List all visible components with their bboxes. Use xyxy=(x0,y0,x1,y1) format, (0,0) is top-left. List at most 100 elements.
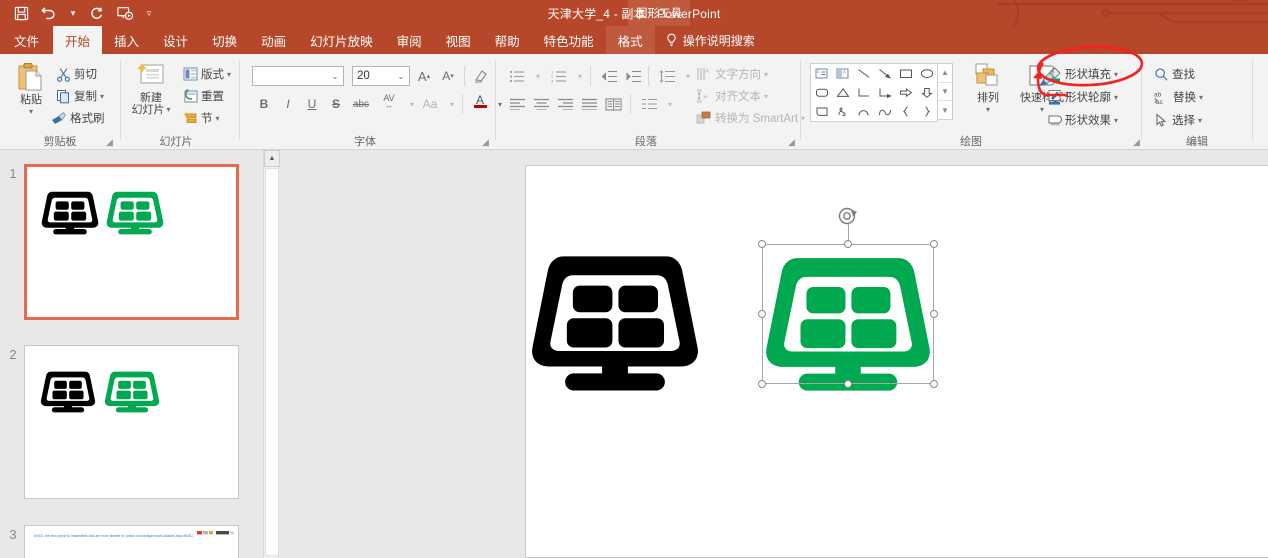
paste-dropdown-caret[interactable]: ▾ xyxy=(29,106,33,118)
italic-button[interactable]: I xyxy=(278,94,298,114)
thumbnail-pane-scrollbar[interactable]: ▲ xyxy=(263,150,280,558)
shape-rounded-rectangle[interactable] xyxy=(811,83,832,102)
thumbnail-canvas-2[interactable] xyxy=(24,345,239,499)
select-button[interactable]: 选择 ▾ xyxy=(1154,110,1202,130)
numbering-caret[interactable]: ▾ xyxy=(570,66,590,86)
tab-transitions[interactable]: 切换 xyxy=(200,26,249,54)
tab-file[interactable]: 文件 xyxy=(0,26,53,54)
tab-design[interactable]: 设计 xyxy=(151,26,200,54)
font-dialog-launcher[interactable]: ◢ xyxy=(480,137,491,148)
shape-line[interactable] xyxy=(853,64,874,83)
shape-gallery[interactable]: A A xyxy=(810,63,938,122)
align-left-button[interactable] xyxy=(506,94,528,114)
shape-textbox[interactable]: A xyxy=(811,64,832,83)
clipboard-dialog-launcher[interactable]: ◢ xyxy=(104,137,115,148)
font-name-caret[interactable]: ⌄ xyxy=(327,72,343,81)
tab-review[interactable]: 审阅 xyxy=(385,26,434,54)
format-painter-button[interactable]: 格式刷 xyxy=(50,108,105,128)
text-shadow-button[interactable]: S xyxy=(326,94,346,114)
scroll-up-icon[interactable]: ▲ xyxy=(264,150,280,167)
font-name-combo[interactable]: ⌄ xyxy=(252,66,344,86)
font-size-caret[interactable]: ⌄ xyxy=(393,72,409,81)
gallery-scroll-up-icon[interactable]: ▲ xyxy=(938,64,952,83)
strikethrough-button[interactable]: abc xyxy=(348,94,374,114)
shape-gallery-scrollbar[interactable]: ▲ ▼ ▼ xyxy=(937,63,953,120)
tab-animations[interactable]: 动画 xyxy=(249,26,298,54)
copy-dropdown-caret[interactable]: ▾ xyxy=(100,92,104,101)
shape-right-brace[interactable] xyxy=(916,102,937,121)
rotate-handle-icon[interactable] xyxy=(837,206,859,226)
align-text-button[interactable]: ≡ 对齐文本 ▾ xyxy=(696,86,768,106)
shape-vertical-textbox[interactable]: A xyxy=(832,64,853,83)
shape-effects-button[interactable]: 形状效果 ▾ xyxy=(1047,110,1118,130)
redo-button[interactable] xyxy=(84,1,110,25)
new-slide-dropdown-caret[interactable]: ▾ xyxy=(166,104,170,116)
slide-thumbnail-pane[interactable]: 1 2 3 MVDC are less prone to instabiliti… xyxy=(0,150,262,558)
convert-to-smartart-button[interactable]: 转换为 SmartArt ▾ xyxy=(696,108,805,128)
columns-button[interactable] xyxy=(602,94,624,114)
layout-dropdown-caret[interactable]: ▾ xyxy=(227,70,231,79)
shape-elbow-arrow-connector[interactable] xyxy=(874,83,895,102)
paragraph-dialog-launcher[interactable]: ◢ xyxy=(786,137,797,148)
shape-triangle[interactable] xyxy=(832,83,853,102)
shrink-font-button[interactable]: A ▾ xyxy=(438,66,458,86)
character-spacing-button[interactable]: AV ↔ xyxy=(376,92,402,112)
resize-handle-bottom-center[interactable] xyxy=(844,380,852,388)
shape-scribble[interactable] xyxy=(832,102,853,121)
resize-handle-top-left[interactable] xyxy=(758,240,766,248)
change-case-caret[interactable]: ▾ xyxy=(442,94,462,114)
replace-button[interactable]: ab ac 替换 ▾ xyxy=(1154,87,1203,107)
copy-button[interactable]: 复制 ▾ xyxy=(56,86,104,106)
change-case-button[interactable]: Aa xyxy=(418,94,442,114)
thumbnail-canvas-3[interactable]: MVDC are less prone to instabilities and… xyxy=(24,525,239,558)
arrange-dropdown-caret[interactable]: ▾ xyxy=(986,104,990,116)
tab-featured[interactable]: 特色功能 xyxy=(532,26,606,54)
shape-down-arrow[interactable] xyxy=(916,83,937,102)
resize-handle-bottom-left[interactable] xyxy=(758,380,766,388)
arrange-button[interactable]: 排列 ▾ xyxy=(961,62,1015,116)
bullets-caret[interactable]: ▾ xyxy=(528,66,548,86)
bullets-button[interactable] xyxy=(506,66,528,86)
resize-handle-middle-left[interactable] xyxy=(758,310,766,318)
reset-button[interactable]: 重置 xyxy=(183,86,224,106)
resize-handle-middle-right[interactable] xyxy=(930,310,938,318)
quick-styles-dropdown-caret[interactable]: ▾ xyxy=(1040,104,1044,116)
quick-access-toolbar[interactable]: ▾ ▿ xyxy=(8,0,158,26)
active-slide[interactable] xyxy=(525,165,1268,558)
shape-folded-corner[interactable] xyxy=(811,102,832,121)
font-color-button[interactable]: A xyxy=(470,92,490,112)
grow-font-button[interactable]: A ▴ xyxy=(414,66,434,86)
font-size-combo[interactable]: 20 ⌄ xyxy=(352,66,410,86)
underline-button[interactable]: U xyxy=(302,94,322,114)
resize-handle-top-right[interactable] xyxy=(930,240,938,248)
section-dropdown-caret[interactable]: ▾ xyxy=(216,114,220,123)
tab-view[interactable]: 视图 xyxy=(434,26,483,54)
cut-button[interactable]: 剪切 xyxy=(56,64,97,84)
undo-button[interactable] xyxy=(36,1,62,25)
gallery-scroll-down-icon[interactable]: ▼ xyxy=(938,83,952,102)
line-spacing-button[interactable] xyxy=(656,66,678,86)
undo-dropdown-caret[interactable]: ▾ xyxy=(64,1,82,25)
tab-format[interactable]: 格式 xyxy=(605,26,655,54)
tab-slideshow[interactable]: 幻灯片放映 xyxy=(298,26,385,54)
shape-outline-dropdown-caret[interactable]: ▾ xyxy=(1114,93,1118,102)
shape-elbow-connector[interactable] xyxy=(853,83,874,102)
thumbnail-slide-2[interactable]: 2 xyxy=(2,345,239,499)
resize-handle-top-center[interactable] xyxy=(844,240,852,248)
shape-oval[interactable] xyxy=(916,64,937,83)
replace-dropdown-caret[interactable]: ▾ xyxy=(1199,93,1203,102)
decrease-indent-button[interactable] xyxy=(598,66,620,86)
justify-button[interactable] xyxy=(578,94,600,114)
thumbnail-slide-1[interactable]: 1 xyxy=(2,164,239,320)
align-center-button[interactable] xyxy=(530,94,552,114)
gallery-more-icon[interactable]: ▼ xyxy=(938,101,952,119)
text-direction-button[interactable]: A 文字方向 ▾ xyxy=(696,64,768,84)
font-size-value[interactable]: 20 xyxy=(353,70,393,82)
shape-curve[interactable] xyxy=(853,102,874,121)
new-slide-button[interactable]: 新建 幻灯片 ▾ xyxy=(123,62,179,116)
shape-fill-dropdown-caret[interactable]: ▾ xyxy=(1114,70,1118,79)
find-button[interactable]: 查找 xyxy=(1154,64,1195,84)
slide-canvas-area[interactable] xyxy=(280,150,1268,558)
resize-handle-bottom-right[interactable] xyxy=(930,380,938,388)
shape-left-brace[interactable] xyxy=(895,102,916,121)
